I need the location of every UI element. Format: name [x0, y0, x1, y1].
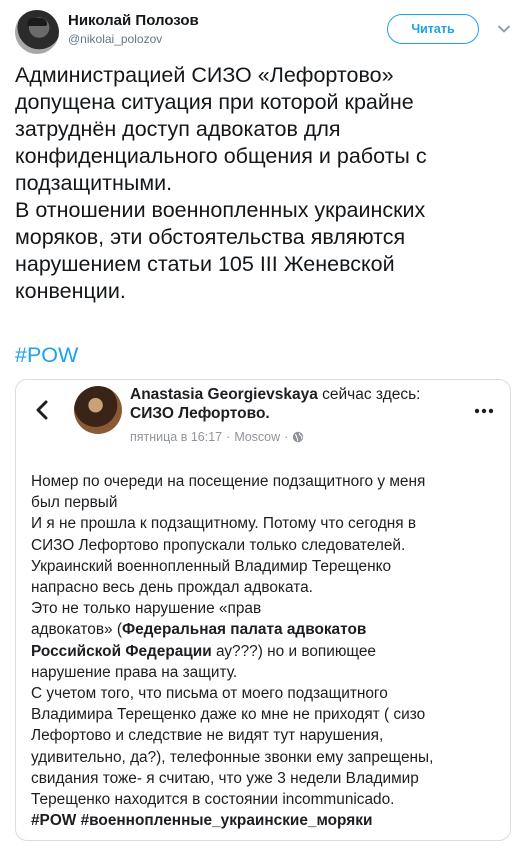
- avatar[interactable]: [74, 386, 122, 434]
- post-line: адвокатов» (Федеральная палата адвокатов: [31, 619, 501, 640]
- post-line: Терещенко находится в состоянии incommun…: [31, 791, 395, 809]
- post-line: Украинский военнопленный Владимир Тереще…: [31, 557, 392, 575]
- hashtags[interactable]: #POW #военнопленные_украинские_моряки: [31, 812, 372, 829]
- post-line: свидания тоже- я считаю, что уже 3 недел…: [31, 769, 419, 787]
- globe-icon: [293, 431, 304, 443]
- back-arrow-icon[interactable]: [34, 400, 50, 420]
- attached-screenshot[interactable]: Anastasia Georgievskaya сейчас здесь: СИ…: [15, 379, 511, 841]
- chevron-down-icon[interactable]: [497, 22, 511, 36]
- tweet-header: Николай Полозов @nikolai_polozov Читать: [15, 8, 510, 56]
- post-line: #POW #военнопленные_украинские_моряки: [31, 810, 501, 831]
- hashtag-link[interactable]: #POW: [15, 343, 78, 368]
- author-name[interactable]: Николай Полозов: [68, 12, 199, 29]
- post-line: С учетом того, что письма от моего подза…: [31, 685, 388, 703]
- post-line: Номер по очереди на посещение подзащитно…: [31, 473, 426, 490]
- tweet-text: Администрацией СИЗО «Лефортово» допущена…: [15, 62, 510, 305]
- post-location[interactable]: Moscow: [234, 430, 280, 444]
- post-line: напрасно весь день прождал адвоката.: [31, 579, 313, 597]
- post-line: Российской Федерации ау???) но и вопиюще…: [31, 641, 501, 662]
- follow-button[interactable]: Читать: [387, 14, 479, 44]
- post-line: Лефортово и следствие не видят тут наруш…: [31, 727, 384, 745]
- post-line: И я не прошла к подзащитному. Потому что…: [31, 515, 417, 533]
- org-mention[interactable]: Федеральная палата адвокатов: [122, 621, 366, 638]
- tweet-paragraph: В отношении военнопленных украинских мор…: [15, 198, 426, 303]
- author-handle[interactable]: @nikolai_polozov: [68, 32, 162, 46]
- post-line: Владимира Терещенко даже ко мне не прихо…: [31, 706, 426, 724]
- checkin-text: сейчас здесь:: [317, 386, 421, 403]
- post-line: нарушение права на защиту.: [31, 663, 238, 681]
- post-line: Это не только нарушение «прав: [31, 600, 262, 618]
- post-line: удивительно, да?), телефонные звонки ему…: [31, 748, 434, 766]
- post-time[interactable]: пятница в 16:17: [130, 430, 222, 444]
- checkin-place[interactable]: СИЗО Лефортово.: [130, 405, 270, 423]
- post-line: СИЗО Лефортово пропускали только следова…: [31, 536, 406, 554]
- avatar[interactable]: [15, 10, 59, 54]
- tweet-paragraph: Администрацией СИЗО «Лефортово» допущена…: [15, 63, 427, 195]
- post-line: был первый: [31, 494, 118, 512]
- meta-separator: ·: [226, 430, 231, 444]
- post-body: Номер по очереди на посещение подзащитно…: [31, 471, 501, 831]
- post-meta: пятница в 16:17 · Moscow ·: [130, 430, 304, 444]
- org-mention[interactable]: Российской Федерации: [31, 643, 212, 660]
- line-text: ау???) но и вопиющее: [211, 642, 376, 660]
- post-author-line: Anastasia Georgievskaya сейчас здесь:: [130, 386, 421, 404]
- line-text: адвокатов» (: [31, 621, 122, 639]
- more-options-icon[interactable]: [474, 408, 494, 414]
- post-author-name[interactable]: Anastasia Georgievskaya: [130, 386, 318, 403]
- meta-separator: ·: [284, 430, 289, 444]
